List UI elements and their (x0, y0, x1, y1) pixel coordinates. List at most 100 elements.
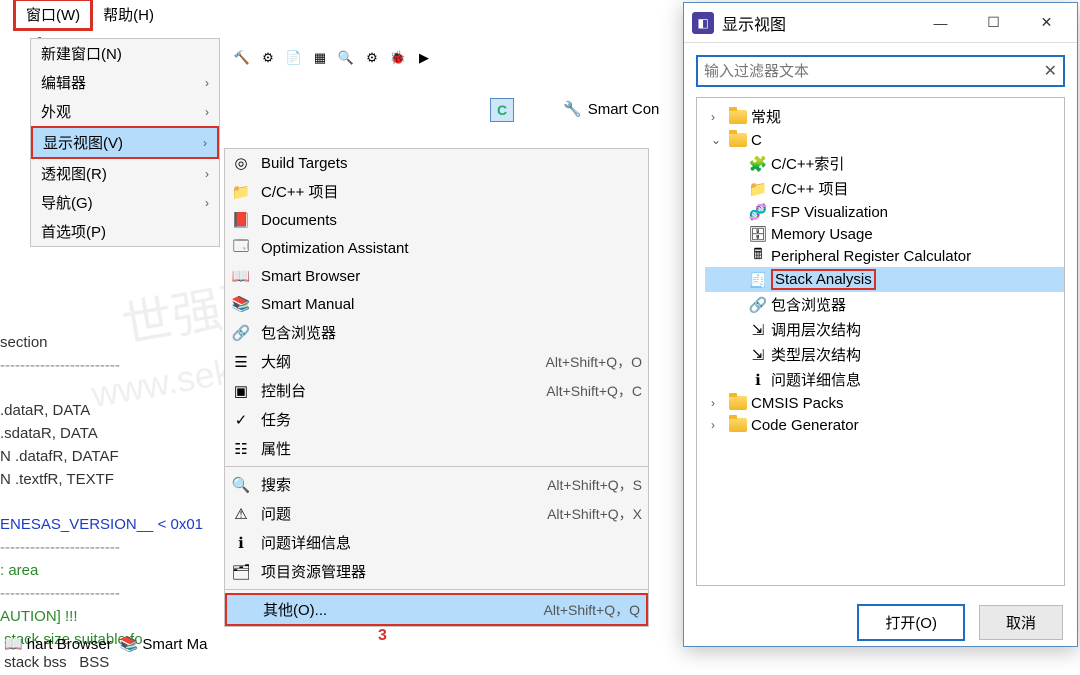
code-line: .sdataR, DATA (0, 425, 98, 442)
run-icon[interactable]: ▶ (413, 47, 435, 69)
tree-c[interactable]: ⌄C (705, 129, 1064, 151)
menu-label: 搜索 (261, 474, 537, 495)
menu-perspective[interactable]: 透视图(R)› (31, 159, 219, 188)
menu-show-view[interactable]: 显示视图(V)› (31, 126, 219, 159)
menu-label: 项目资源管理器 (261, 561, 642, 582)
chip-icon[interactable]: ▦ (309, 47, 331, 69)
hier-icon: ⇲ (749, 346, 767, 364)
tab-label: hart Browser (27, 636, 112, 653)
bug-icon[interactable]: 🐞 (387, 47, 409, 69)
perspective-c[interactable]: C (490, 98, 514, 122)
tab-smart-manual[interactable]: 📚Smart Ma (120, 635, 208, 653)
menu-new-window[interactable]: 新建窗口(N) (31, 39, 219, 68)
tree-type-hierarchy[interactable]: ⇲类型层次结构 (705, 342, 1064, 367)
smart-config-label: Smart Con (588, 101, 660, 118)
chevron-down-icon: ⌄ (711, 133, 725, 147)
view-smart-browser[interactable]: 📖Smart Browser (225, 262, 648, 290)
properties-icon: ☷ (231, 439, 251, 459)
clear-icon[interactable]: ✕ (1044, 61, 1057, 81)
view-tree: ›常规 ⌄C 🧩C/C++索引 📁C/C++ 项目 🧬FSP Visualiza… (696, 97, 1065, 586)
menu-navigation[interactable]: 导航(G) › (31, 188, 219, 217)
cpp-icon: 📁 (749, 180, 767, 198)
view-smart-manual[interactable]: 📚Smart Manual (225, 290, 648, 318)
menu-label: Documents (261, 212, 642, 229)
menu-label: C/C++ 项目 (261, 181, 642, 202)
menu-label: 透视图(R) (41, 163, 107, 184)
tree-label: 常规 (751, 106, 781, 127)
tree-cpp-index[interactable]: 🧩C/C++索引 (705, 151, 1064, 176)
hammer-icon[interactable]: 🔨 (231, 47, 253, 69)
chevron-right-icon: › (205, 76, 209, 90)
manual-icon: 📚 (231, 294, 251, 314)
view-problem-details[interactable]: ℹ问题详细信息 (225, 528, 648, 557)
console-icon: ▣ (231, 381, 251, 401)
cancel-button[interactable]: 取消 (979, 605, 1063, 640)
tree-peripheral[interactable]: 🖩Peripheral Register Calculator (705, 245, 1064, 267)
tree-label: C (751, 132, 762, 149)
binary-icon[interactable]: 📄 (283, 47, 305, 69)
tree-include-browser[interactable]: 🔗包含浏览器 (705, 292, 1064, 317)
hier-icon: ⇲ (749, 321, 767, 339)
book-icon: 📚 (120, 635, 139, 653)
search-icon[interactable]: 🔍 (335, 47, 357, 69)
search-icon: 🔍 (231, 475, 251, 495)
folder-icon (729, 108, 747, 126)
tree-fsp-vis[interactable]: 🧬FSP Visualization (705, 201, 1064, 223)
view-cpp-project[interactable]: 📁C/C++ 项目 (225, 177, 648, 206)
menu-window[interactable]: 窗口(W) (13, 0, 93, 31)
tree-label: 类型层次结构 (771, 344, 861, 365)
view-opt-assistant[interactable]: 🗔Optimization Assistant (225, 234, 648, 262)
accelerator: Alt+Shift+Q，C (546, 381, 642, 401)
view-project-explorer[interactable]: 🗂项目资源管理器 (225, 557, 648, 586)
menu-help[interactable]: 帮助(H) (93, 1, 164, 28)
tree-label: C/C++ 项目 (771, 178, 849, 199)
view-console[interactable]: ▣ 控制台 Alt+Shift+Q，C (225, 376, 648, 405)
code-line: ENESAS_VERSION__ < 0x01 (0, 516, 203, 533)
menu-label: 控制台 (261, 380, 536, 401)
open-button[interactable]: 打开(O) (857, 604, 965, 641)
view-outline[interactable]: ☰大纲Alt+Shift+Q，O (225, 347, 648, 376)
menu-appearance[interactable]: 外观› (31, 97, 219, 126)
filter-input[interactable] (704, 63, 1044, 80)
tree-memory[interactable]: 🗄Memory Usage (705, 223, 1064, 245)
menu-label: 问题详细信息 (261, 532, 642, 553)
menu-label: 导航(G) (41, 192, 93, 213)
menu-editor[interactable]: 编辑器› (31, 68, 219, 97)
tree-call-hierarchy[interactable]: ⇲调用层次结构 (705, 317, 1064, 342)
code-line: ------------------------ (0, 585, 120, 602)
view-tasks[interactable]: ✓任务 (225, 405, 648, 434)
tab-label: Smart Ma (142, 636, 207, 653)
view-build-targets[interactable]: ◎Build Targets (225, 149, 648, 177)
tree-general[interactable]: ›常规 (705, 104, 1064, 129)
smart-config-tab[interactable]: 🔧 Smart Con (563, 100, 659, 118)
tree-label: 问题详细信息 (771, 369, 861, 390)
minimize-button[interactable]: — (918, 8, 963, 38)
tree-cmsis-packs[interactable]: ›CMSIS Packs (705, 392, 1064, 414)
close-button[interactable]: ✕ (1024, 8, 1069, 38)
view-documents[interactable]: 📕Documents (225, 206, 648, 234)
tool-icon[interactable]: ⚙ (257, 47, 279, 69)
menu-label: 新建窗口(N) (41, 43, 122, 64)
menu-label: 显示视图(V) (43, 132, 123, 153)
maximize-button[interactable]: ☐ (971, 8, 1016, 38)
view-problems[interactable]: ⚠问题Alt+Shift+Q，X (225, 499, 648, 528)
calc-icon: 🖩 (749, 247, 767, 265)
menubar: 窗口(W) 帮助(H) (13, 0, 164, 28)
view-search[interactable]: 🔍搜索Alt+Shift+Q，S (225, 470, 648, 499)
view-other[interactable]: 其他(O)...Alt+Shift+Q，Q (225, 593, 648, 626)
dialog-title: 显示视图 (722, 11, 910, 35)
stack-icon: 🧾 (749, 271, 767, 289)
view-include-browser[interactable]: 🔗包含浏览器 (225, 318, 648, 347)
detail-icon: ℹ (749, 371, 767, 389)
tree-code-generator[interactable]: ›Code Generator (705, 414, 1064, 436)
tab-smart-browser[interactable]: 📖hart Browser (4, 635, 112, 653)
tree-stack-analysis[interactable]: 🧾Stack Analysis (705, 267, 1064, 292)
tree-problem-details[interactable]: ℹ问题详细信息 (705, 367, 1064, 392)
gear-icon[interactable]: ⚙ (361, 47, 383, 69)
tree-cpp-project[interactable]: 📁C/C++ 项目 (705, 176, 1064, 201)
chevron-right-icon: › (205, 196, 209, 210)
window-menu-dropdown: 新建窗口(N) 编辑器› 外观› 显示视图(V)› 透视图(R)› 导航(G)›… (30, 38, 220, 247)
view-properties[interactable]: ☷属性 (225, 434, 648, 463)
menu-preferences[interactable]: 首选项(P) (31, 217, 219, 246)
book-icon: 📖 (231, 266, 251, 286)
